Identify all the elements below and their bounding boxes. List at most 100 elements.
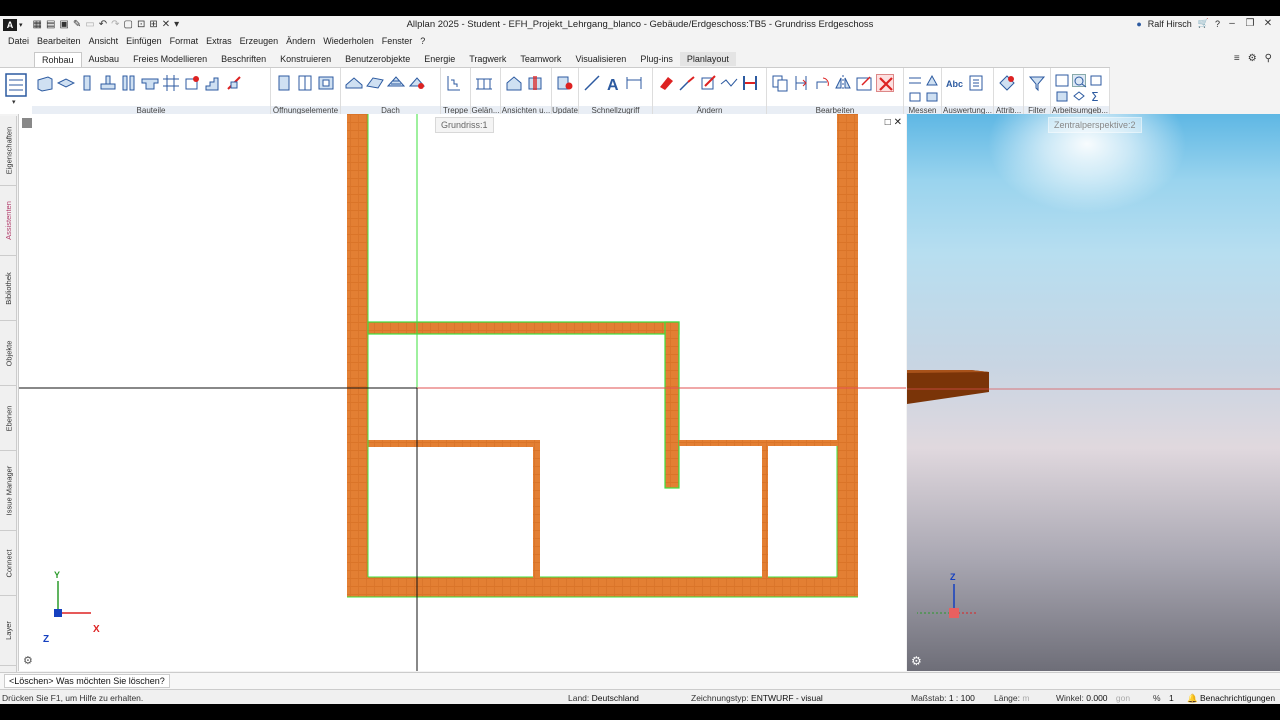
zeichnungstyp-value[interactable]: ENTWURF - visual: [751, 693, 823, 703]
menu-wiederholen[interactable]: Wiederholen: [319, 36, 378, 46]
palette-icon[interactable]: ▾: [3, 71, 29, 111]
wall-element-icon[interactable]: [120, 74, 138, 92]
land-value[interactable]: Deutschland: [592, 693, 639, 703]
measure-area-icon[interactable]: [925, 74, 939, 87]
delete-element-icon[interactable]: [225, 74, 243, 92]
command-prompt[interactable]: <Löschen> Was möchten Sie löschen?: [4, 674, 170, 688]
nav-cube-icon[interactable]: [1055, 90, 1069, 103]
viewport-menu-icon[interactable]: [22, 118, 32, 128]
perspective-viewport-label[interactable]: Zentralperspektive:2: [1048, 117, 1142, 133]
right-outer-wall[interactable]: [837, 114, 858, 597]
walls[interactable]: [347, 114, 858, 597]
inner-wall-middle-right[interactable]: [679, 440, 837, 446]
attribute-icon[interactable]: [998, 74, 1016, 92]
tab-teamwork[interactable]: Teamwork: [513, 52, 568, 66]
inner-wall-top[interactable]: [367, 321, 680, 335]
tab-energie[interactable]: Energie: [417, 52, 462, 66]
side-tab-eigenschaften[interactable]: Eigenschaften: [0, 116, 17, 186]
user-icon[interactable]: ●: [1136, 19, 1141, 29]
side-tab-assistenten[interactable]: Assistenten: [0, 186, 17, 256]
winkel-value[interactable]: 0.000: [1086, 693, 1107, 703]
copy-icon[interactable]: [771, 74, 789, 92]
side-tab-ebenen[interactable]: Ebenen: [0, 386, 17, 451]
side-tab-layer[interactable]: Layer: [0, 596, 17, 666]
stair-icon[interactable]: [204, 74, 222, 92]
inner-wall-vertical-small[interactable]: [762, 446, 768, 577]
help-icon[interactable]: ?: [1215, 19, 1220, 29]
workspace-icon[interactable]: [1055, 74, 1069, 87]
menu-format[interactable]: Format: [166, 36, 203, 46]
filter-funnel-icon[interactable]: [1028, 74, 1046, 92]
bottom-outer-wall[interactable]: [347, 577, 858, 597]
update-icon[interactable]: [556, 74, 574, 92]
cart-icon[interactable]: 🛒: [1198, 18, 1209, 29]
laenge-unit[interactable]: m: [1022, 693, 1029, 703]
door-opening-icon[interactable]: [296, 74, 314, 92]
wall-3d-fragment[interactable]: [907, 370, 989, 404]
floor-plan-drawing[interactable]: [19, 114, 906, 671]
tab-tragwerk[interactable]: Tragwerk: [462, 52, 513, 66]
nav-settings-icon[interactable]: ⚙: [23, 654, 33, 667]
railing-icon[interactable]: [475, 74, 493, 92]
persp-settings-icon[interactable]: ⚙: [911, 654, 922, 668]
status-notifications[interactable]: 🔔 Benachrichtigungen: [1187, 693, 1275, 704]
move-icon[interactable]: [792, 74, 810, 92]
tab-ausbau[interactable]: Ausbau: [82, 52, 127, 66]
tab-visualisieren[interactable]: Visualisieren: [568, 52, 633, 66]
trim-icon[interactable]: [678, 74, 696, 92]
search-icon[interactable]: ⚲: [1265, 53, 1272, 64]
tab-beschriften[interactable]: Beschriften: [214, 52, 273, 66]
side-tab-bibliothek[interactable]: Bibliothek: [0, 256, 17, 321]
menu-extras[interactable]: Extras: [202, 36, 236, 46]
percent-value[interactable]: 1: [1169, 693, 1174, 703]
menu-aendern[interactable]: Ändern: [282, 36, 319, 46]
sum-icon[interactable]: Σ: [1089, 90, 1103, 104]
tab-rohbau[interactable]: Rohbau: [34, 51, 82, 67]
window-opening-icon[interactable]: [275, 74, 293, 92]
measure-angle-icon[interactable]: [908, 90, 922, 103]
dimension-icon[interactable]: [625, 74, 643, 92]
join-icon[interactable]: [741, 74, 759, 92]
extend-icon[interactable]: [699, 74, 717, 92]
slab-icon[interactable]: [56, 74, 76, 92]
user-name[interactable]: Ralf Hirsch: [1148, 19, 1192, 29]
tab-benutzerobjekte[interactable]: Benutzerobjekte: [338, 52, 417, 66]
delete-icon[interactable]: [876, 74, 894, 92]
eraser-icon[interactable]: [657, 74, 675, 92]
zoom-window-icon[interactable]: [1072, 74, 1087, 88]
plan-viewport[interactable]: Y X Z Grundriss:1 □ ✕ ⚙: [18, 114, 906, 671]
settings-icon[interactable]: ⚙: [1248, 53, 1257, 64]
stretch-icon[interactable]: [855, 74, 873, 92]
perspective-viewport[interactable]: Z Zentralperspektive:2 ⚙: [907, 114, 1280, 671]
grid-icon[interactable]: [162, 74, 180, 92]
restore-button[interactable]: ❐: [1244, 18, 1256, 29]
niche-icon[interactable]: [317, 74, 335, 92]
plan-viewport-label[interactable]: Grundriss:1: [435, 117, 494, 133]
close-viewport-icon[interactable]: ✕: [894, 117, 902, 128]
menu-ansicht[interactable]: Ansicht: [85, 36, 123, 46]
wall-icon[interactable]: [36, 74, 54, 92]
close-button[interactable]: ✕: [1262, 18, 1274, 29]
house-view-icon[interactable]: [505, 74, 523, 92]
line-icon[interactable]: [583, 74, 601, 92]
beam-icon[interactable]: [141, 74, 159, 92]
room-icon[interactable]: [183, 74, 201, 92]
tab-konstruieren[interactable]: Konstruieren: [273, 52, 338, 66]
spellcheck-icon[interactable]: Abc: [946, 74, 964, 92]
tab-planlayout[interactable]: Planlayout: [679, 52, 736, 66]
roof-covering-icon[interactable]: [386, 74, 406, 92]
roof-icon[interactable]: [345, 74, 363, 92]
staircase-icon[interactable]: [445, 74, 463, 92]
tab-freies-modellieren[interactable]: Freies Modellieren: [126, 52, 214, 66]
tab-plug-ins[interactable]: Plug-ins: [633, 52, 680, 66]
text-icon[interactable]: A: [604, 74, 622, 94]
maximize-viewport-icon[interactable]: □: [885, 117, 891, 128]
column-icon[interactable]: [78, 74, 96, 92]
inner-wall-vertical-middle[interactable]: [533, 440, 540, 577]
break-icon[interactable]: [720, 74, 738, 92]
dormer-icon[interactable]: [408, 74, 426, 92]
massstab-value[interactable]: 1 : 100: [949, 693, 975, 703]
measure-length-icon[interactable]: [908, 74, 922, 87]
inner-wall-vertical-right[interactable]: [664, 321, 680, 489]
layer-tool-icon[interactable]: [1072, 90, 1086, 103]
